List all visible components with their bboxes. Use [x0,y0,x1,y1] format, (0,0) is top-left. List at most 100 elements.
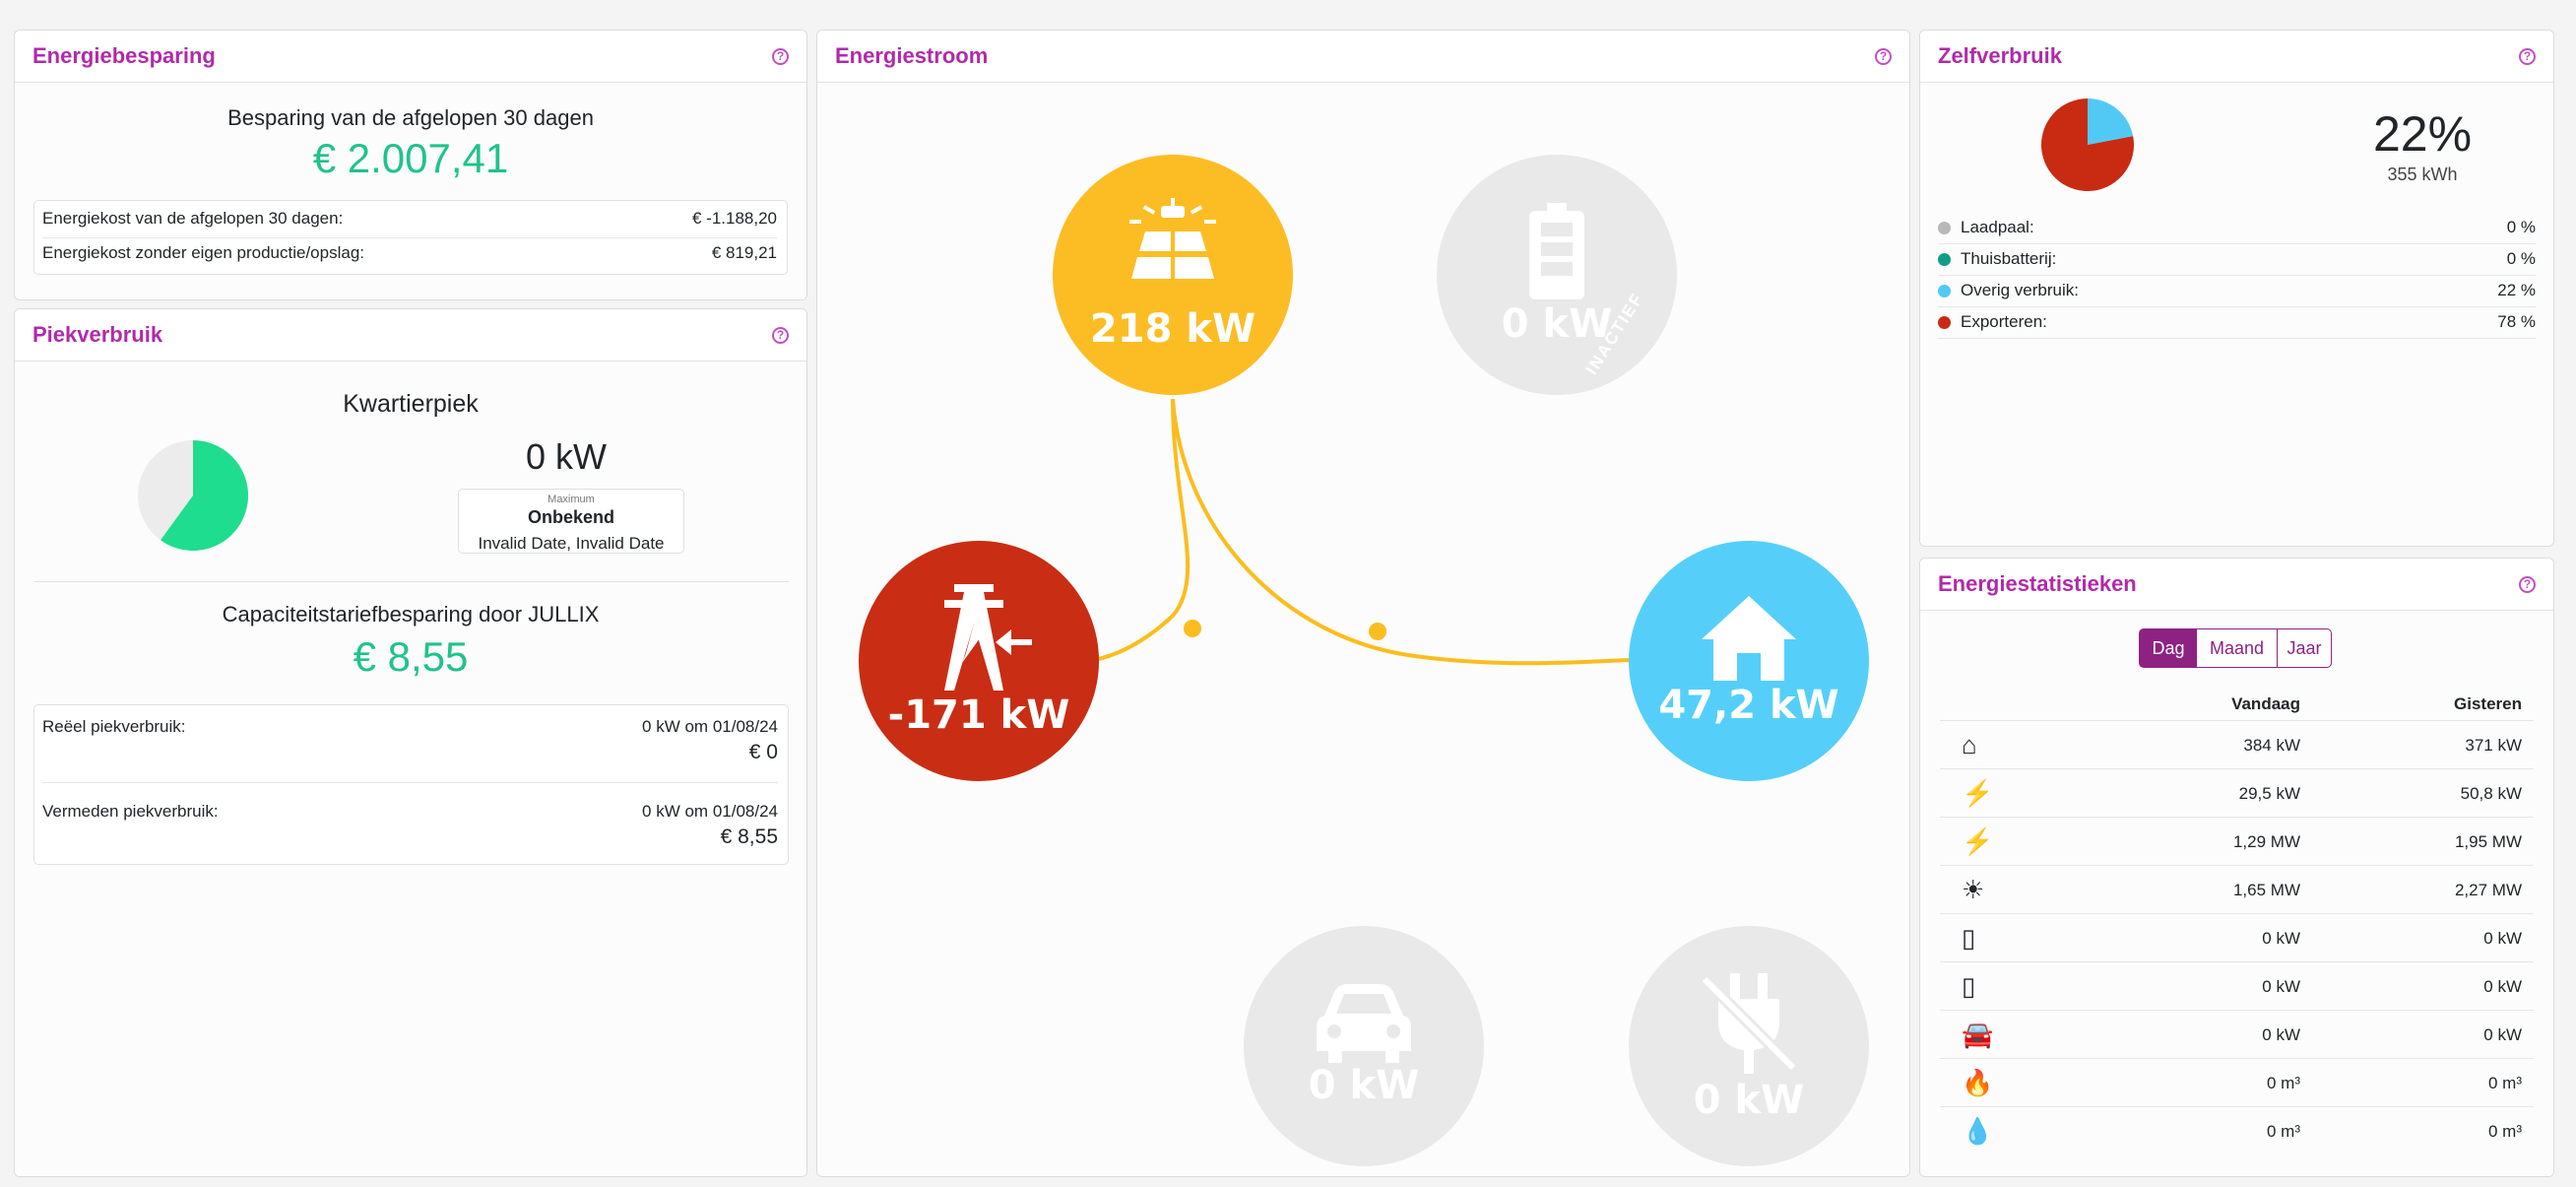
self-body: 22% 355 kWh Laadpaal: 0 % Thuisbatterij: 0 … [1920,84,2553,546]
table-row: 🚘 0 kW 0 kW [1940,1010,2534,1059]
today-value: 0 kW [2262,928,2300,948]
solar-icon: ☀ [1962,875,1985,904]
table-row: ⚡ 1,29 MW 1,95 MW [1940,817,2534,866]
car-icon [1317,984,1411,1063]
real-peak-label: Reëel piekverbruik: [42,717,186,736]
flow-title: Energiestroom [835,43,989,68]
savings-details: Energiekost van de afgelopen 30 dagen: €… [33,200,788,275]
yesterday-value: 0 kW [2483,976,2522,996]
yesterday-value: 0 kW [2483,928,2522,948]
grid-import-icon: ⚡ [1962,778,1994,808]
legend-swatch [1938,315,1951,329]
peak-max-value: Onbekend [527,507,614,527]
today-value: 0 m³ [2267,1073,2300,1092]
legend-item: Overig verbruik: 22 % [1938,275,2536,307]
yesterday-value: 2,27 MW [2454,880,2522,899]
flow-line-solar-grid [1092,398,1191,662]
legend-label: Exporteren: [1961,312,2047,331]
flow-dot [1184,620,1201,637]
flow-dot [1369,623,1386,640]
peak-body: Kwartierpiek 0 kW Maximum Onbekend Inval… [15,363,806,1176]
tab-year[interactable]: Jaar [2277,628,2332,668]
col-today: Vandaag [2231,693,2300,713]
legend-value: 0 % [2506,249,2536,268]
peak-value: 0 kW [525,436,607,477]
table-row: 🔥 0 m³ 0 m³ [1940,1058,2534,1107]
legend-label: Thuisbatterij: [1961,249,2057,268]
flow-line-solar-home [1171,398,1636,666]
help-icon[interactable]: ? [772,326,789,344]
peak-max-box: Maximum Onbekend Invalid Date, Invalid D… [458,489,684,554]
yesterday-value: 1,95 MW [2454,831,2522,851]
car-value: 0 kW [1308,1063,1420,1108]
battery-icon [1529,203,1584,299]
yesterday-value: 0 m³ [2488,1121,2522,1141]
legend-value: 0 % [2506,218,2536,236]
home-value: 47,2 kW [1658,683,1839,728]
real-peak-cost: € 0 [748,741,778,763]
today-value: 1,29 MW [2232,831,2300,851]
help-icon[interactable]: ? [2519,47,2536,65]
tab-day[interactable]: Dag [2139,628,2198,668]
table-row: 💧 0 m³ 0 m³ [1940,1106,2534,1155]
savings-card: Energiebesparing ? Besparing van de afge… [14,30,807,300]
today-value: 0 kW [2262,976,2300,996]
home-icon: ⌂ [1962,730,1977,759]
legend-label: Laadpaal: [1961,218,2034,236]
self-pie [2041,99,2134,191]
cap-amount: € 8,55 [353,633,469,680]
savings-title: Energiebesparing [32,43,216,68]
grid-export-icon [944,584,1032,691]
car-bubble[interactable]: 0 kW [1244,926,1484,1166]
gas-icon: 🔥 [1962,1068,1994,1097]
grid-bubble[interactable]: -171 kW [859,541,1099,781]
peak-header: Piekverbruik ? [15,309,806,362]
col-yesterday: Gisteren [2454,693,2522,713]
yesterday-value: 371 kW [2465,735,2522,755]
solar-value: 218 kW [1089,306,1256,352]
charger-value: 0 kW [1693,1078,1805,1123]
home-bubble[interactable]: 47,2 kW [1629,541,1869,781]
stats-card: Energiestatistieken ? Dag Maand Jaar Van… [1919,558,2554,1177]
today-value: 0 m³ [2267,1121,2300,1141]
legend-swatch [1938,221,1951,234]
legend-swatch [1938,284,1951,297]
self-percent: 22% [2372,106,2473,162]
savings-row-label: Energiekost van de afgelopen 30 dagen: [42,209,344,228]
solar-bubble[interactable]: 218 kW [1053,155,1293,395]
yesterday-value: 0 kW [2483,1024,2522,1044]
tab-month[interactable]: Maand [2197,628,2278,668]
stats-title: Energiestatistieken [1938,571,2137,596]
savings-header: Energiebesparing ? [15,31,806,83]
battery-bubble[interactable]: 0 kW INACTIEF [1437,155,1677,395]
peak-max-label: Maximum [544,494,599,505]
today-value: 384 kW [2243,735,2300,755]
legend-item: Laadpaal: 0 % [1938,212,2536,244]
help-icon[interactable]: ? [2519,575,2536,593]
home-icon [1702,596,1796,681]
help-icon[interactable]: ? [772,47,789,65]
yesterday-value: 0 m³ [2488,1073,2522,1092]
peak-title: Piekverbruik [32,322,163,347]
divider [34,581,789,582]
today-value: 29,5 kW [2238,783,2300,803]
grid-export-icon: ⚡ [1962,826,1994,856]
yesterday-value: 50,8 kW [2460,783,2522,803]
peak-heading: Kwartierpiek [343,390,479,418]
today-value: 1,65 MW [2232,880,2300,899]
self-kwh: 355 kWh [2387,165,2458,184]
savings-row-value: € 819,21 [711,243,777,262]
charger-bubble[interactable]: 0 kW [1629,926,1869,1166]
legend-swatch [1938,252,1951,266]
battery-charge-icon: ▯ [1962,923,1976,953]
flow-card: Energiestroom ? 218 kW 0 kW INACTIEF -17… [816,30,1910,1177]
flow-header: Energiestroom ? [817,31,1909,83]
self-title: Zelfverbruik [1938,43,2062,68]
flow-body: 218 kW 0 kW INACTIEF -171 kW 47,2 kW 0 k… [817,84,1909,1176]
car-icon: 🚘 [1962,1020,1994,1049]
peak-max-date: Invalid Date, Invalid Date [478,534,665,553]
help-icon[interactable]: ? [1875,47,1892,65]
table-row: ▯ 0 kW 0 kW [1940,913,2534,962]
peak-details: Reëel piekverbruik: 0 kW om 01/08/24 € 0… [33,704,789,865]
solar-icon [1129,198,1216,279]
